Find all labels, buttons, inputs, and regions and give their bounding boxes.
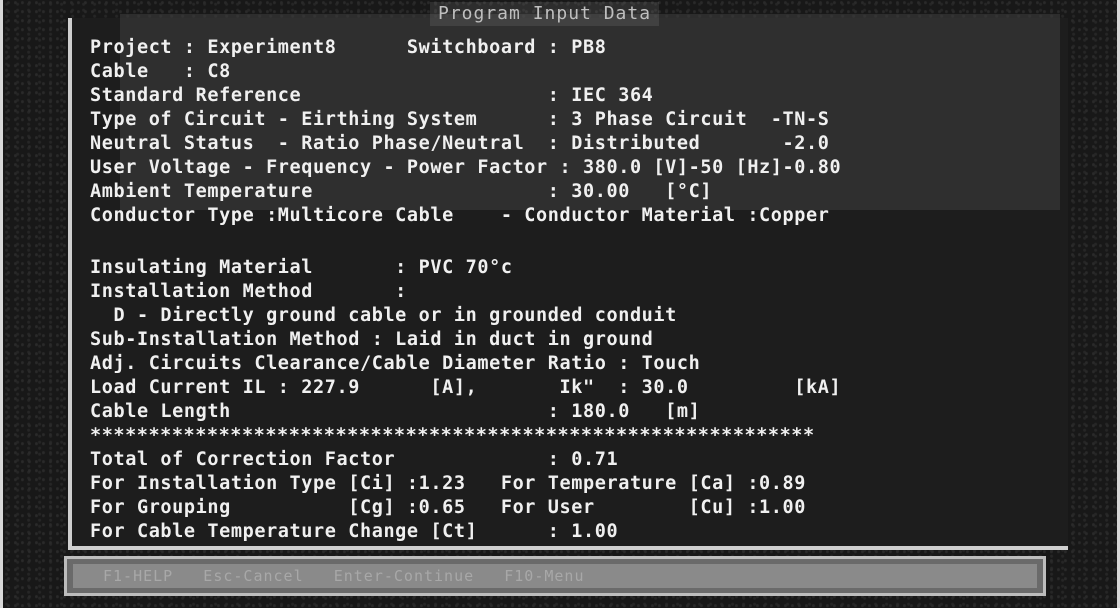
- cable-length-line: Cable Length : 180.0 [m]: [90, 401, 701, 422]
- total-correction-factor-line: Total of Correction Factor : 0.71: [90, 449, 619, 470]
- installation-method-line: Installation Method :: [90, 281, 407, 302]
- project-line: Project : Experiment8 Switchboard : PB8: [90, 37, 607, 58]
- sub-installation-method-line: Sub-Installation Method : Laid in duct i…: [90, 329, 654, 350]
- grouping-factor-line: For Grouping [Cg] :0.65 For User [Cu] :1…: [90, 497, 807, 518]
- status-bar: F1-HELP Esc-Cancel Enter-Continue F10-Me…: [64, 556, 1046, 596]
- separator-line: ****************************************…: [90, 425, 815, 446]
- dos-screen: Program Input Data Project : Experiment8…: [0, 0, 1120, 608]
- cable-line: Cable : C8: [90, 61, 231, 82]
- neutral-status-line: Neutral Status - Ratio Phase/Neutral : D…: [90, 133, 830, 154]
- status-bar-text: F1-HELP Esc-Cancel Enter-Continue F10-Me…: [73, 564, 1037, 588]
- installation-method-detail-line: D - Directly ground cable or in grounded…: [90, 305, 677, 326]
- standard-reference-line: Standard Reference : IEC 364: [90, 85, 654, 106]
- left-bezel-edge: [0, 0, 3, 608]
- clearance-ratio-line: Adj. Circuits Clearance/Cable Diameter R…: [90, 353, 701, 374]
- insulating-material-line: Insulating Material : PVC 70°c: [90, 257, 513, 278]
- installation-type-factor-line: For Installation Type [Ci] :1.23 For Tem…: [90, 473, 807, 494]
- ambient-temperature-line: Ambient Temperature : 30.00 [°C]: [90, 181, 713, 202]
- window-title: Program Input Data: [430, 2, 660, 26]
- conductor-type-line: Conductor Type :Multicore Cable - Conduc…: [90, 205, 830, 226]
- circuit-type-line: Type of Circuit - Eirthing System : 3 Ph…: [90, 109, 830, 130]
- load-current-line: Load Current IL : 227.9 [A], Ik" : 30.0 …: [90, 377, 842, 398]
- temperature-change-factor-line: For Cable Temperature Change [Ct] : 1.00: [90, 521, 619, 542]
- voltage-line: User Voltage - Frequency - Power Factor …: [90, 157, 842, 178]
